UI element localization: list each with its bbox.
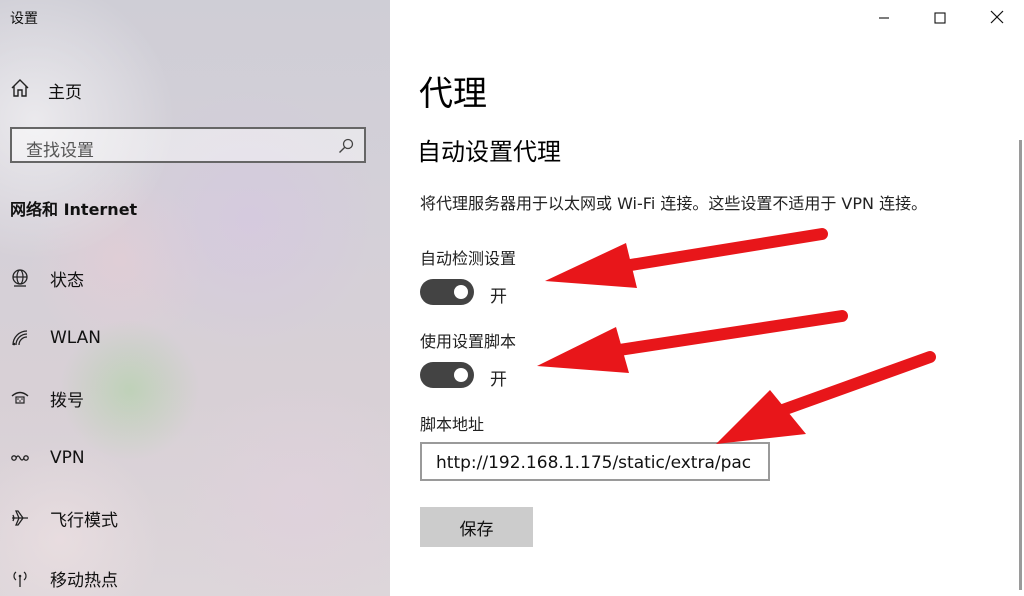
search-icon[interactable]	[338, 138, 354, 158]
save-button[interactable]: 保存	[420, 507, 533, 547]
maximize-button[interactable]	[916, 4, 964, 32]
sidebar-item-label: VPN	[50, 448, 85, 468]
close-button[interactable]	[973, 4, 1021, 32]
sidebar-item-vpn[interactable]: VPN	[10, 446, 85, 470]
sidebar-item-airplane[interactable]: 飞行模式	[10, 506, 118, 531]
sidebar-item-hotspot[interactable]: 移动热点	[10, 566, 118, 591]
search-placeholder: 查找设置	[26, 141, 94, 161]
section-subtitle: 自动设置代理	[417, 138, 561, 166]
description-text: 将代理服务器用于以太网或 Wi-Fi 连接。这些设置不适用于 VPN 连接。	[420, 194, 928, 213]
home-nav-item[interactable]: 主页	[10, 78, 82, 103]
scrollbar[interactable]	[1019, 140, 1022, 590]
home-icon	[10, 78, 30, 102]
sidebar: 设置 主页 查找设置 网络和 Internet 状态 WLAN 拨号 VPN 飞…	[0, 0, 390, 596]
sidebar-item-label: WLAN	[50, 328, 102, 348]
minimize-button[interactable]	[860, 4, 908, 32]
vpn-icon	[10, 448, 30, 468]
close-icon	[990, 9, 1004, 28]
script-address-input[interactable]: http://192.168.1.175/static/extra/pac	[420, 442, 770, 481]
sidebar-item-label: 状态	[50, 270, 84, 291]
globe-status-icon	[10, 268, 30, 288]
auto-detect-label: 自动检测设置	[420, 249, 517, 268]
sidebar-item-wlan[interactable]: WLAN	[10, 326, 101, 350]
wifi-icon	[10, 328, 30, 348]
auto-detect-state: 开	[490, 287, 507, 307]
script-address-label: 脚本地址	[420, 415, 485, 434]
use-script-state: 开	[490, 370, 507, 390]
use-script-toggle[interactable]	[420, 362, 474, 388]
sidebar-item-label: 拨号	[50, 390, 84, 411]
dialup-icon	[10, 388, 30, 408]
airplane-icon	[10, 508, 30, 528]
use-script-label: 使用设置脚本	[420, 332, 517, 351]
main-content: 代理 自动设置代理 将代理服务器用于以太网或 Wi-Fi 连接。这些设置不适用于…	[390, 0, 1024, 596]
maximize-icon	[934, 9, 946, 28]
page-title: 代理	[419, 74, 487, 114]
auto-detect-toggle[interactable]	[420, 279, 474, 305]
toggle-knob	[454, 285, 468, 299]
minimize-icon	[878, 9, 890, 28]
sidebar-item-dialup[interactable]: 拨号	[10, 386, 84, 411]
home-label: 主页	[48, 82, 82, 103]
save-button-label: 保存	[459, 519, 494, 540]
search-input[interactable]: 查找设置	[10, 127, 366, 163]
section-title: 网络和 Internet	[10, 200, 138, 219]
sidebar-item-label: 飞行模式	[50, 510, 118, 531]
toggle-knob	[454, 368, 468, 382]
hotspot-icon	[10, 568, 30, 588]
app-title: 设置	[10, 11, 38, 27]
sidebar-item-status[interactable]: 状态	[10, 266, 84, 291]
sidebar-item-label: 移动热点	[50, 570, 118, 591]
